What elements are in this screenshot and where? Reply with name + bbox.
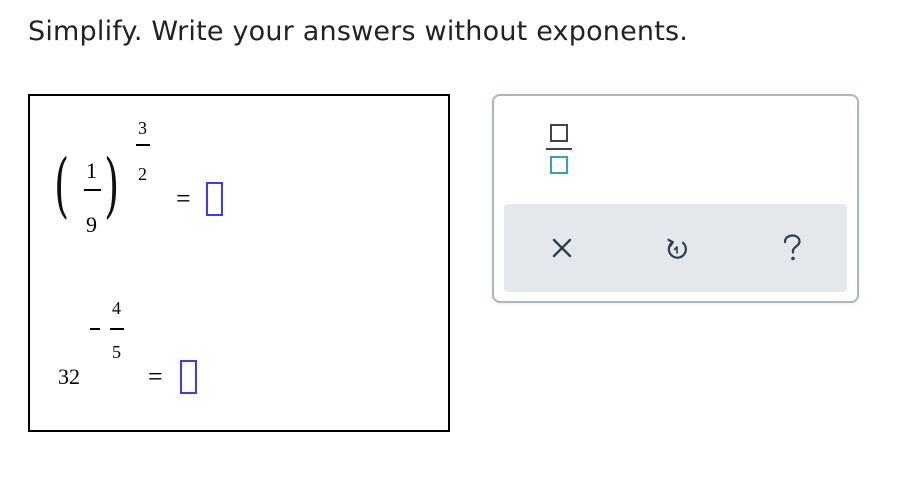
problem2-exponent-denominator: 5: [112, 342, 121, 362]
undo-icon: [667, 238, 687, 259]
question-mark-icon: [783, 234, 801, 261]
problem2-exponent-negative-sign: [90, 328, 100, 330]
clear-button[interactable]: [544, 230, 580, 266]
problem1-exponent-numerator: 3: [138, 118, 147, 138]
problem2-base: 32: [58, 364, 80, 389]
help-button[interactable]: [774, 230, 810, 266]
problem2-exponent-fraction-bar: [110, 328, 124, 330]
math-tool-palette: [492, 94, 859, 303]
fraction-template-button[interactable]: [544, 118, 574, 176]
problem1-answer-input[interactable]: [206, 182, 223, 216]
right-parenthesis: ): [104, 144, 120, 226]
action-bar: [504, 204, 847, 292]
close-icon: [552, 238, 572, 258]
problem-area: ( ) 1 9 3 2 = 32 4 5 =: [28, 94, 450, 432]
problem1-exponent-fraction-bar: [136, 144, 150, 146]
left-parenthesis: (: [54, 144, 70, 226]
problem1-base-fraction-bar: [84, 189, 101, 191]
undo-button[interactable]: [659, 230, 695, 266]
problem2-exponent-numerator: 4: [112, 298, 121, 318]
instruction-text: Simplify. Write your answers without exp…: [28, 16, 689, 47]
problem2-answer-input[interactable]: [180, 360, 197, 394]
problem1-exponent-denominator: 2: [138, 164, 147, 184]
problem1-equals-sign: =: [176, 184, 191, 213]
problem2-equals-sign: =: [148, 362, 163, 391]
problem1-base-numerator: 1: [86, 158, 97, 183]
problem1-base-denominator: 9: [86, 212, 97, 237]
